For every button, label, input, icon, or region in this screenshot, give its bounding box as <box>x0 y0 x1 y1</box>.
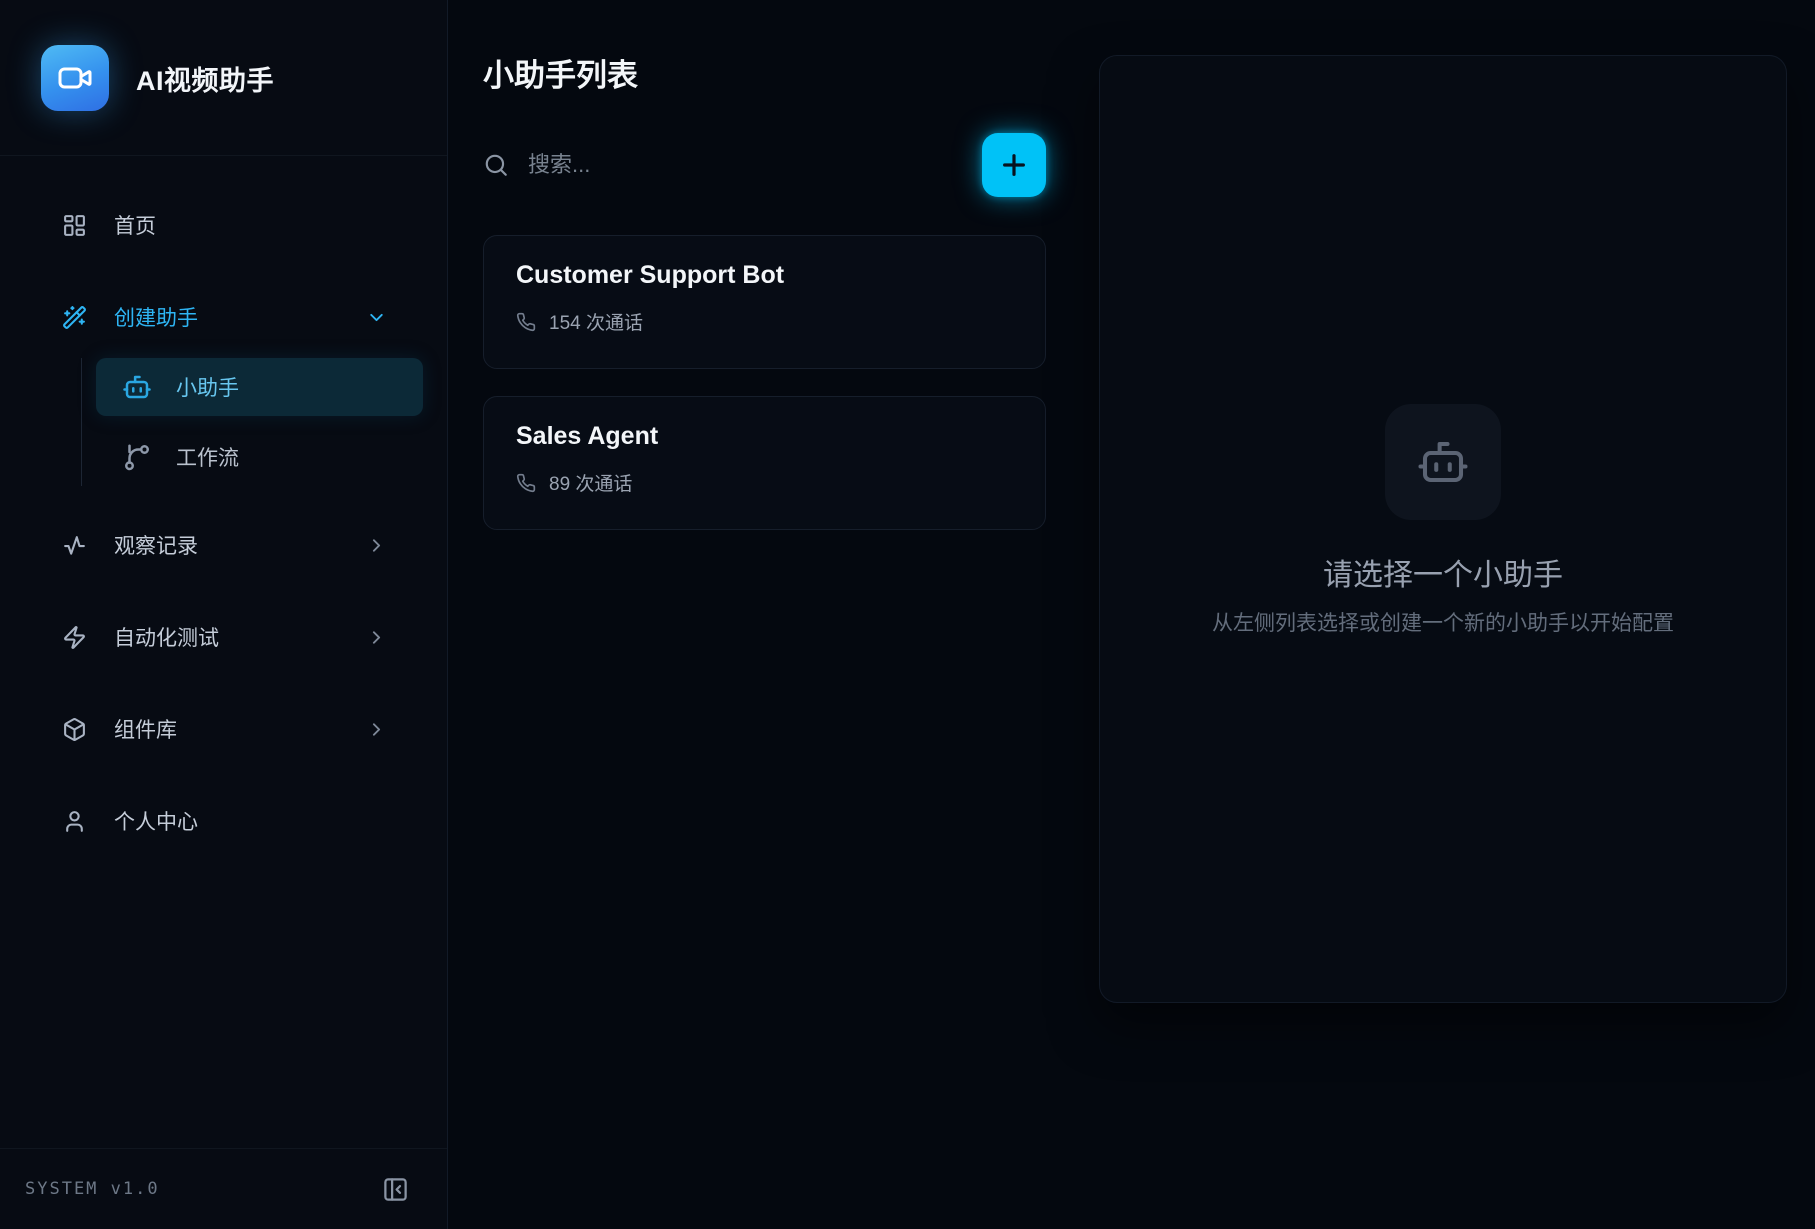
assistant-list-panel: 小助手列表 Customer Support Bot <box>448 0 1099 1229</box>
create-assistant-submenu: 小助手 工作流 <box>81 358 423 486</box>
sidebar-item-label: 首页 <box>114 210 156 240</box>
sidebar-item-home[interactable]: 首页 <box>24 197 423 253</box>
search-input[interactable] <box>526 151 982 179</box>
plus-icon <box>998 149 1030 181</box>
chevron-down-icon <box>366 307 387 328</box>
chevron-right-icon <box>366 719 387 740</box>
sidebar-subitem-workflow[interactable]: 工作流 <box>96 428 423 486</box>
empty-state-icon-box <box>1385 404 1501 520</box>
assistant-name: Customer Support Bot <box>516 261 1013 290</box>
dashboard-icon <box>62 213 87 238</box>
assistant-name: Sales Agent <box>516 422 1013 451</box>
search-row <box>483 133 1046 197</box>
app-root: AI视频助手 首页 创建助手 <box>0 0 1815 1229</box>
page-title: 小助手列表 <box>483 56 1046 95</box>
sidebar: AI视频助手 首页 创建助手 <box>0 0 448 1229</box>
assistant-call-meta: 89 次通话 <box>516 469 1013 496</box>
app-title: AI视频助手 <box>136 59 274 98</box>
magic-wand-icon <box>62 305 87 330</box>
sidebar-item-profile[interactable]: 个人中心 <box>24 793 423 849</box>
call-count: 154 次通话 <box>549 308 643 335</box>
call-count: 89 次通话 <box>549 469 632 496</box>
sidebar-item-component-library[interactable]: 组件库 <box>24 701 423 757</box>
phone-icon <box>516 473 536 493</box>
assistant-card[interactable]: Sales Agent 89 次通话 <box>483 396 1046 530</box>
activity-icon <box>62 533 87 558</box>
box-icon <box>62 717 87 742</box>
sidebar-item-observation-logs[interactable]: 观察记录 <box>24 517 423 573</box>
video-camera-icon <box>57 60 93 96</box>
sidebar-item-create-assistant[interactable]: 创建助手 <box>24 289 423 345</box>
chevron-right-icon <box>366 627 387 648</box>
sidebar-item-label: 创建助手 <box>114 302 198 332</box>
sidebar-item-automation-testing[interactable]: 自动化测试 <box>24 609 423 665</box>
search-icon <box>483 152 509 178</box>
phone-icon <box>516 312 536 332</box>
bot-icon <box>1416 435 1470 489</box>
app-logo-row: AI视频助手 <box>0 0 447 156</box>
user-icon <box>62 809 87 834</box>
sidebar-nav: 首页 创建助手 <box>0 156 447 1148</box>
panel-left-close-icon <box>382 1176 409 1203</box>
sidebar-item-label: 自动化测试 <box>114 622 219 652</box>
sidebar-subitem-label: 小助手 <box>176 372 239 402</box>
system-version: SYSTEM v1.0 <box>25 1179 160 1199</box>
assistant-detail-panel: 请选择一个小助手 从左侧列表选择或创建一个新的小助手以开始配置 <box>1099 55 1787 1003</box>
sidebar-footer: SYSTEM v1.0 <box>0 1148 447 1229</box>
app-logo <box>41 45 109 111</box>
assistant-card[interactable]: Customer Support Bot 154 次通话 <box>483 235 1046 369</box>
empty-state-subtitle: 从左侧列表选择或创建一个新的小助手以开始配置 <box>1212 607 1674 637</box>
empty-state-title: 请选择一个小助手 <box>1323 550 1563 594</box>
bot-icon <box>122 372 152 402</box>
add-assistant-button[interactable] <box>982 133 1046 197</box>
sidebar-subitem-label: 工作流 <box>176 442 239 472</box>
sidebar-item-label: 个人中心 <box>114 806 198 836</box>
assistant-cards: Customer Support Bot 154 次通话 Sales Agent <box>483 235 1046 530</box>
workflow-icon <box>122 442 152 472</box>
detail-panel-wrap: 请选择一个小助手 从左侧列表选择或创建一个新的小助手以开始配置 <box>1099 0 1815 1229</box>
sidebar-item-label: 观察记录 <box>114 530 198 560</box>
chevron-right-icon <box>366 535 387 556</box>
sidebar-subitem-assistants[interactable]: 小助手 <box>96 358 423 416</box>
sidebar-item-label: 组件库 <box>114 714 177 744</box>
zap-icon <box>62 625 87 650</box>
empty-state: 请选择一个小助手 从左侧列表选择或创建一个新的小助手以开始配置 <box>1212 404 1674 637</box>
collapse-sidebar-button[interactable] <box>382 1176 409 1203</box>
assistant-call-meta: 154 次通话 <box>516 308 1013 335</box>
